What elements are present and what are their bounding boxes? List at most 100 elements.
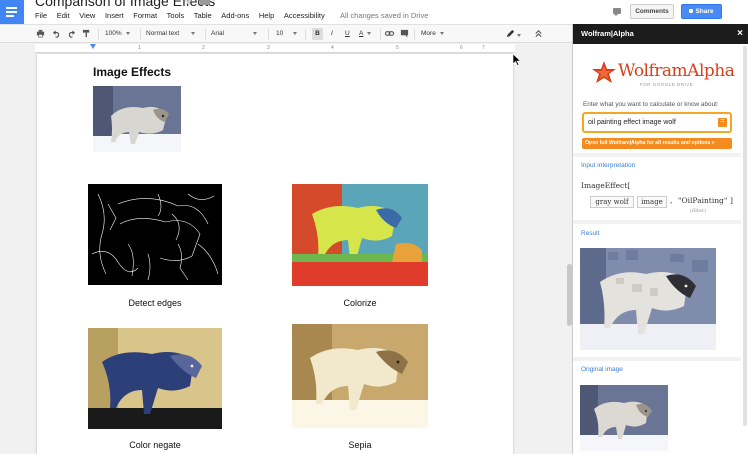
menu-insert[interactable]: Insert bbox=[105, 10, 124, 24]
menu-addons[interactable]: Add-ons bbox=[221, 10, 249, 24]
wolfram-alpha-logo: WolframAlpha FOR GOOGLE DRIVE bbox=[591, 60, 735, 90]
lock-icon bbox=[689, 9, 694, 14]
interpretation-function: ImageEffect[ bbox=[581, 181, 631, 190]
ruler-number: 1 bbox=[138, 45, 141, 51]
document-heading: Image Effects bbox=[93, 65, 172, 79]
wolf-edges-image[interactable] bbox=[88, 184, 222, 285]
original-image-label: Original image bbox=[581, 366, 623, 373]
menu-table[interactable]: Table bbox=[194, 10, 212, 24]
ruler-number: 7 bbox=[482, 45, 485, 51]
menu-format[interactable]: Format bbox=[133, 10, 157, 24]
chevron-down-icon bbox=[125, 31, 130, 35]
wolf-sepia-image[interactable] bbox=[292, 324, 428, 428]
wolf-colorize-image[interactable] bbox=[292, 184, 428, 286]
collapse-icon[interactable] bbox=[534, 29, 543, 38]
docs-logo-icon[interactable] bbox=[0, 0, 24, 24]
result-label: Result bbox=[581, 230, 600, 237]
bold-button[interactable]: B bbox=[312, 28, 323, 40]
text-color-button[interactable]: A bbox=[359, 28, 372, 40]
more-label: More bbox=[421, 30, 436, 37]
interpretation-filter-note: (filter) bbox=[690, 208, 707, 214]
chevron-down-icon[interactable] bbox=[517, 34, 521, 37]
close-icon[interactable]: × bbox=[737, 24, 743, 44]
menu-tools[interactable]: Tools bbox=[167, 10, 185, 24]
ruler-number: 2 bbox=[202, 45, 205, 51]
wolfram-alpha-sidebar: Wolfram|Alpha × WolframAlpha FOR GOOGLE … bbox=[572, 24, 748, 454]
folder-icon[interactable] bbox=[200, 0, 210, 5]
sidebar-header: Wolfram|Alpha × bbox=[573, 24, 748, 44]
caption-color-negate: Color negate bbox=[129, 440, 181, 450]
ruler[interactable]: 1 2 3 4 5 6 7 bbox=[35, 44, 515, 53]
query-prompt: Enter what you want to calculate or know… bbox=[583, 101, 719, 108]
star-icon[interactable]: ★ bbox=[184, 0, 193, 8]
pencil-icon[interactable] bbox=[506, 29, 515, 38]
font-size-value: 10 bbox=[276, 30, 284, 37]
link-icon[interactable] bbox=[385, 29, 394, 38]
style-value: Normal text bbox=[146, 30, 180, 37]
wolfram-logo-text: WolframAlpha bbox=[618, 61, 735, 81]
menu-view[interactable]: View bbox=[79, 10, 95, 24]
caption-colorize: Colorize bbox=[343, 298, 377, 308]
indent-marker-icon[interactable] bbox=[90, 44, 96, 49]
wolf-negate-image[interactable] bbox=[88, 328, 222, 429]
chevron-down-icon bbox=[191, 31, 196, 35]
undo-icon[interactable] bbox=[52, 29, 61, 38]
wolf-original-thumbnail[interactable] bbox=[580, 385, 668, 451]
interpretation-comma: , bbox=[670, 196, 673, 205]
wolf-oil-painting-result-image[interactable] bbox=[580, 248, 716, 350]
query-input[interactable]: oil painting effect image wolf = bbox=[582, 112, 732, 133]
italic-button[interactable]: I bbox=[331, 28, 333, 40]
sidebar-divider bbox=[573, 220, 741, 224]
toolbar-divider bbox=[268, 29, 269, 40]
ruler-number: 3 bbox=[267, 45, 270, 51]
style-select[interactable]: Normal text bbox=[146, 28, 196, 40]
formatting-toolbar: 100% Normal text Arial 10 B I U A More bbox=[0, 24, 572, 43]
ruler-number: 4 bbox=[331, 45, 334, 51]
sidebar-scrollbar[interactable] bbox=[743, 46, 747, 426]
redo-icon[interactable] bbox=[67, 29, 76, 38]
save-status: All changes saved in Drive bbox=[340, 11, 429, 20]
more-button[interactable]: More bbox=[421, 28, 444, 40]
comment-add-icon[interactable] bbox=[400, 29, 409, 38]
sidebar-divider bbox=[573, 357, 741, 361]
zoom-select[interactable]: 100% bbox=[105, 28, 130, 40]
print-icon[interactable] bbox=[36, 29, 45, 38]
font-size-select[interactable]: 10 bbox=[276, 28, 298, 40]
mouse-cursor-icon bbox=[513, 54, 521, 66]
document-scroll-track[interactable] bbox=[565, 54, 572, 454]
interpretation-arg-oilpainting: "OilPainting" bbox=[678, 196, 728, 205]
wolfram-logo-subtitle: FOR GOOGLE DRIVE bbox=[640, 82, 694, 87]
toolbar-divider bbox=[205, 29, 206, 40]
comment-icon[interactable] bbox=[613, 8, 621, 16]
toolbar-divider bbox=[98, 29, 99, 40]
zoom-value: 100% bbox=[105, 30, 122, 37]
input-interpretation-label: Input interpretation bbox=[581, 162, 636, 169]
toolbar-divider bbox=[414, 29, 415, 40]
interpretation-close-bracket: ] bbox=[730, 196, 733, 205]
toolbar-divider bbox=[380, 29, 381, 40]
wolf-original-image[interactable] bbox=[93, 86, 181, 152]
chevron-down-icon bbox=[367, 31, 372, 35]
font-select[interactable]: Arial bbox=[211, 28, 258, 40]
open-full-wolfram-button[interactable]: Open full Wolfram|Alpha for all results … bbox=[582, 138, 732, 149]
chevron-down-icon bbox=[293, 31, 298, 35]
share-label: Share bbox=[695, 8, 714, 15]
sidebar-title: Wolfram|Alpha bbox=[581, 29, 634, 38]
paint-format-icon[interactable] bbox=[82, 29, 91, 38]
menu-help[interactable]: Help bbox=[259, 10, 274, 24]
comments-button[interactable]: Comments bbox=[630, 4, 674, 19]
equal-icon[interactable]: = bbox=[718, 118, 727, 127]
share-button[interactable]: Share bbox=[681, 4, 722, 19]
docs-header: Comparison of Image Effects ★ File Edit … bbox=[0, 0, 748, 24]
menu-edit[interactable]: Edit bbox=[57, 10, 70, 24]
caption-sepia: Sepia bbox=[348, 440, 372, 450]
font-value: Arial bbox=[211, 30, 225, 37]
text-color-label: A bbox=[359, 30, 364, 37]
menu-accessibility[interactable]: Accessibility bbox=[284, 10, 325, 24]
document-page[interactable]: Image Effects Detect edges Colorize Colo… bbox=[37, 54, 513, 454]
wolfram-star-icon bbox=[592, 61, 616, 83]
chevron-down-icon bbox=[439, 31, 444, 35]
interpretation-arg-image: image bbox=[637, 196, 667, 208]
underline-button[interactable]: U bbox=[345, 28, 350, 40]
menu-file[interactable]: File bbox=[35, 10, 47, 24]
